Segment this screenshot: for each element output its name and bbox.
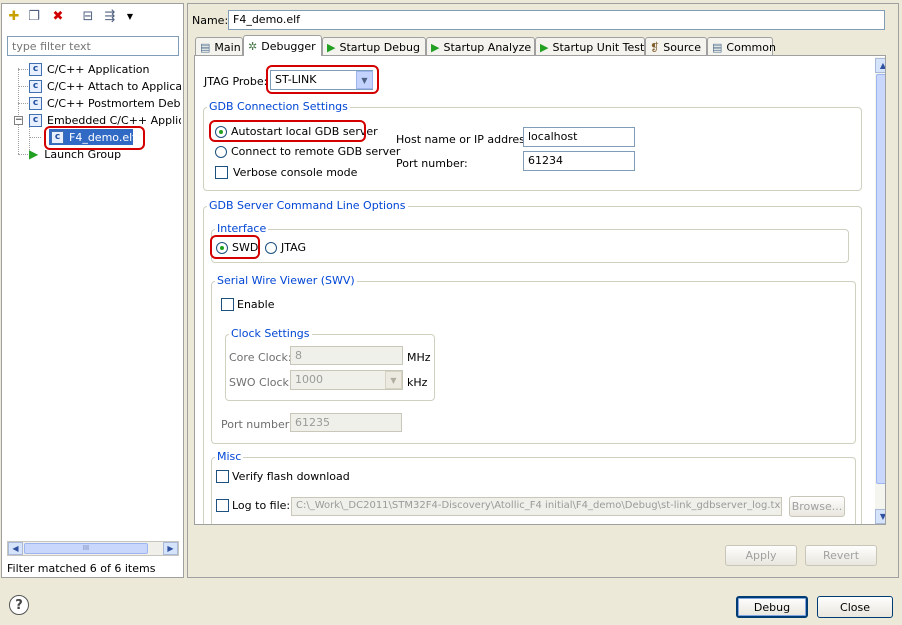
cpp-config-icon: c — [29, 113, 42, 127]
tab-startup-analyze[interactable]: ▶ Startup Analyze — [426, 37, 535, 56]
swd-label: SWD — [232, 241, 259, 254]
tree-line — [18, 86, 28, 87]
cpp-config-icon: c — [29, 79, 42, 93]
collapse-all-icon[interactable]: ⊟ — [80, 8, 96, 24]
name-input[interactable]: F4_demo.elf — [228, 10, 885, 30]
tree-line — [18, 124, 19, 154]
filter-icon[interactable]: ⇶ — [102, 8, 118, 24]
verbose-label: Verbose console mode — [233, 166, 358, 179]
chevron-down-icon[interactable]: ▼ — [356, 71, 373, 89]
tab-startup-unit-test[interactable]: ▶ Startup Unit Test — [535, 37, 645, 56]
source-icon: ❡ — [650, 40, 660, 54]
jtag-radio[interactable] — [265, 242, 277, 254]
new-config-icon[interactable]: ✚ — [6, 8, 22, 24]
collapse-toggle-icon[interactable]: − — [14, 116, 23, 125]
tree-item-cpp-application[interactable]: c C/C++ Application — [29, 61, 181, 77]
launch-config-pane: ✚ ❐ ✖ ⊟ ⇶ ▼ c C/C++ Application c C/C++ … — [1, 3, 184, 578]
tree-item-f4-demo-elf[interactable]: c F4_demo.elf — [49, 129, 133, 145]
cpp-config-icon: c — [29, 96, 42, 110]
gdb-server-title: GDB Server Command Line Options — [207, 199, 408, 212]
scroll-down-icon[interactable]: ▼ — [875, 509, 885, 524]
tree-line — [18, 154, 28, 155]
tree-item-cpp-attach[interactable]: c C/C++ Attach to Application — [29, 78, 181, 94]
scroll-right-icon[interactable]: ▶ — [163, 542, 178, 555]
filter-input[interactable] — [7, 36, 179, 56]
tree-line — [29, 137, 41, 138]
interface-title: Interface — [215, 222, 269, 235]
play-icon: ▶ — [540, 40, 549, 54]
launch-group-icon: ▶ — [29, 147, 39, 161]
debugger-gear-icon: ✲ — [248, 39, 258, 53]
swd-radio[interactable] — [216, 242, 228, 254]
connect-remote-radio[interactable] — [215, 146, 227, 158]
log-file-input[interactable]: C:\_Work\_DC2011\STM32F4-Discovery\Atoll… — [291, 497, 782, 516]
tab-main[interactable]: ▤ Main — [195, 37, 243, 56]
tree-item-cpp-postmortem[interactable]: c C/C++ Postmortem Debugger — [29, 95, 181, 111]
clock-settings-group — [225, 334, 435, 401]
apply-button[interactable]: Apply — [725, 545, 797, 566]
tree-item-launch-group[interactable]: ▶ Launch Group — [29, 146, 181, 162]
menu-chevron-down-icon[interactable]: ▼ — [122, 8, 138, 24]
core-clock-input[interactable]: 8 — [290, 346, 403, 365]
config-editor-pane: Name: F4_demo.elf ▤ Main ✲ Debugger ▶ St… — [187, 3, 899, 578]
swo-clock-unit: kHz — [407, 376, 428, 389]
tree-line — [18, 69, 28, 70]
verify-flash-checkbox[interactable] — [216, 470, 229, 483]
cpp-config-icon: c — [29, 62, 42, 76]
host-label: Host name or IP address: — [396, 133, 535, 146]
log-to-file-checkbox[interactable] — [216, 499, 229, 512]
cpp-config-icon: c — [51, 130, 64, 144]
tab-source[interactable]: ❡ Source — [645, 37, 707, 56]
autostart-radio[interactable] — [215, 126, 227, 138]
swv-enable-label: Enable — [237, 298, 275, 311]
scroll-thumb[interactable]: III — [24, 543, 148, 554]
horizontal-scrollbar[interactable]: ◀ III ▶ — [7, 541, 179, 556]
core-clock-unit: MHz — [407, 351, 431, 364]
scroll-thumb[interactable] — [876, 74, 885, 484]
tree-item-embedded-cpp[interactable]: c Embedded C/C++ Application — [29, 112, 181, 128]
debugger-tab-body: JTAG Probe: ST-LINK ▼ GDB Connection Set… — [194, 55, 886, 525]
revert-button[interactable]: Revert — [805, 545, 877, 566]
duplicate-icon[interactable]: ❐ — [26, 8, 42, 24]
browse-button[interactable]: Browse... — [789, 496, 845, 517]
scroll-up-icon[interactable]: ▲ — [875, 58, 885, 73]
play-icon: ▶ — [431, 40, 440, 54]
clock-settings-title: Clock Settings — [229, 327, 312, 340]
chevron-down-icon[interactable]: ▼ — [385, 371, 402, 389]
help-icon[interactable]: ? — [9, 595, 29, 615]
tree-line — [18, 103, 28, 104]
filter-status: Filter matched 6 of 6 items — [7, 562, 156, 575]
log-to-file-label: Log to file: — [232, 499, 291, 512]
debug-button[interactable]: Debug — [736, 596, 808, 618]
tab-debugger[interactable]: ✲ Debugger — [243, 35, 322, 56]
swv-title: Serial Wire Viewer (SWV) — [215, 274, 357, 287]
tab-common[interactable]: ▤ Common — [707, 37, 776, 56]
gdb-connection-title: GDB Connection Settings — [207, 100, 350, 113]
jtag-label: JTAG — [281, 241, 306, 254]
vertical-scrollbar[interactable]: ▲ ▼ — [875, 57, 885, 524]
port-input[interactable]: 61234 — [523, 151, 635, 171]
main-tab-icon: ▤ — [200, 40, 211, 54]
misc-title: Misc — [215, 450, 244, 463]
interface-group — [211, 229, 849, 263]
swv-enable-checkbox[interactable] — [221, 298, 234, 311]
tab-startup-debug[interactable]: ▶ Startup Debug — [322, 37, 426, 56]
delete-icon[interactable]: ✖ — [50, 8, 66, 24]
swv-port-label: Port number: — [221, 418, 293, 431]
swv-port-input[interactable]: 61235 — [290, 413, 402, 432]
port-label: Port number: — [396, 157, 468, 170]
autostart-label: Autostart local GDB server — [231, 125, 378, 138]
close-button[interactable]: Close — [817, 596, 893, 618]
jtag-probe-label: JTAG Probe: — [204, 75, 268, 88]
common-icon: ▤ — [712, 40, 723, 54]
verbose-checkbox[interactable] — [215, 166, 228, 179]
name-label: Name: — [192, 14, 229, 27]
host-input[interactable]: localhost — [523, 127, 635, 147]
core-clock-label: Core Clock: — [229, 351, 292, 364]
connect-remote-label: Connect to remote GDB server — [231, 145, 401, 158]
verify-flash-label: Verify flash download — [232, 470, 350, 483]
play-icon: ▶ — [327, 40, 336, 54]
scroll-left-icon[interactable]: ◀ — [8, 542, 23, 555]
swo-clock-label: SWO Clock: — [229, 376, 293, 389]
